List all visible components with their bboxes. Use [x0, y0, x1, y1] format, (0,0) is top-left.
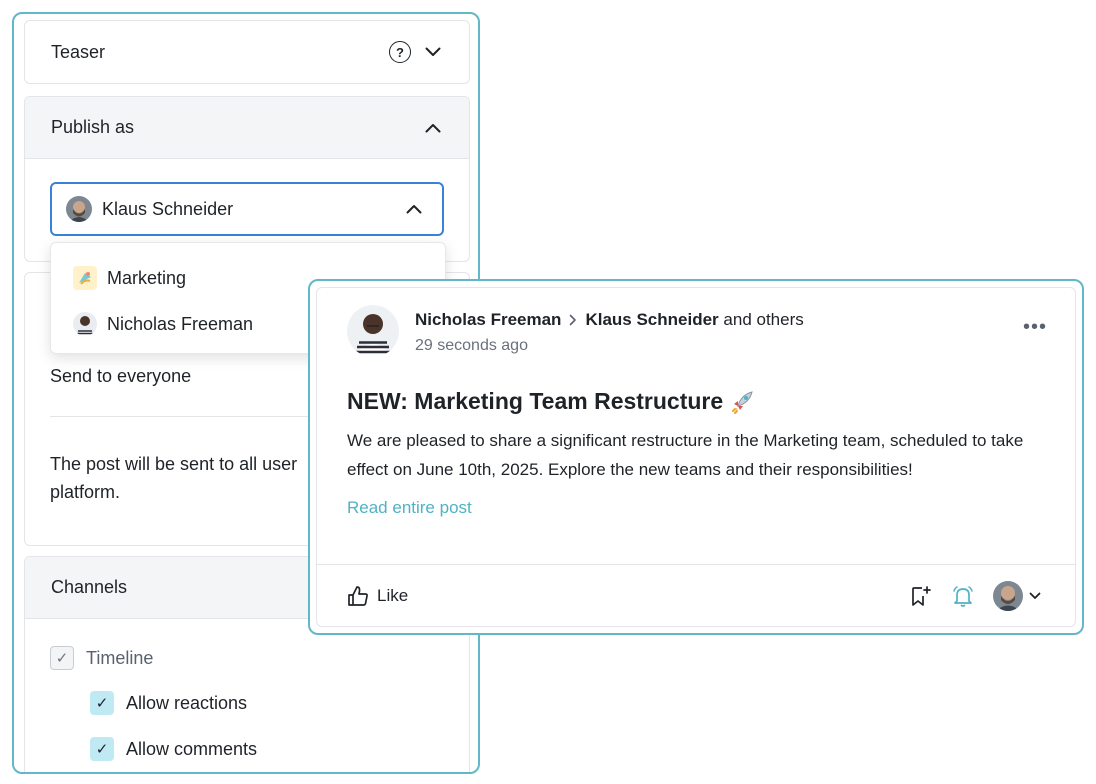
author-avatar[interactable] [347, 305, 399, 357]
publish-as-title: Publish as [51, 117, 135, 137]
post-title: NEW: Marketing Team Restructure [347, 388, 755, 415]
target-others[interactable]: and others [723, 310, 803, 329]
thumbs-up-icon [347, 585, 369, 607]
bell-icon[interactable] [951, 584, 975, 608]
like-label: Like [377, 586, 409, 605]
chevron-up-icon[interactable] [406, 204, 422, 214]
timeline-checkbox-row[interactable]: ✓ Timeline [50, 646, 153, 670]
timeline-label: Timeline [86, 647, 154, 668]
target-name[interactable]: Klaus Schneider [585, 310, 718, 329]
chevron-down-icon [1029, 592, 1041, 600]
publish-as-select[interactable]: Klaus Schneider [50, 182, 444, 236]
post-footer: Like [317, 564, 1075, 626]
post-timestamp: 29 seconds ago [415, 337, 528, 354]
like-button[interactable]: Like [347, 585, 408, 607]
publish-as-section: Publish as [24, 96, 470, 262]
dropdown-option-label: Nicholas Freeman [107, 313, 254, 334]
avatar [73, 312, 97, 336]
allow-comments-row[interactable]: ✓ Allow comments [90, 737, 257, 761]
allow-reactions-checkbox[interactable]: ✓ [90, 691, 114, 715]
teaser-title: Teaser [51, 41, 106, 62]
post-body: We are pleased to share a significant re… [347, 431, 1024, 479]
chevron-right-icon [569, 314, 577, 326]
avatar [993, 581, 1023, 611]
more-options-icon[interactable]: ••• [1023, 316, 1047, 339]
timeline-checkbox[interactable]: ✓ [50, 646, 74, 670]
bookmark-add-icon[interactable] [909, 584, 933, 608]
post-card: Nicholas Freeman Klaus Schneider and oth… [316, 287, 1076, 627]
allow-reactions-label: Allow reactions [126, 692, 248, 713]
author-name[interactable]: Nicholas Freeman [415, 310, 561, 330]
dropdown-option-label: Marketing [107, 267, 187, 288]
read-entire-post-link[interactable]: Read entire post [347, 498, 472, 518]
rocket-icon [729, 389, 755, 415]
chevron-down-icon[interactable] [425, 47, 441, 57]
post-as-user-switcher[interactable] [993, 581, 1041, 611]
teaser-section: Teaser ? [24, 20, 470, 84]
post-preview-card: Nicholas Freeman Klaus Schneider and oth… [308, 279, 1084, 635]
teaser-header[interactable]: Teaser ? [25, 21, 469, 83]
help-icon[interactable]: ? [389, 41, 411, 63]
audience-value: Send to everyone [50, 366, 192, 386]
channels-title: Channels [51, 577, 128, 597]
allow-comments-label: Allow comments [126, 738, 258, 759]
avatar [66, 196, 92, 222]
marketing-icon [73, 266, 97, 290]
publish-as-header[interactable]: Publish as [25, 97, 469, 159]
post-meta: Nicholas Freeman Klaus Schneider and oth… [415, 310, 804, 330]
allow-reactions-row[interactable]: ✓ Allow reactions [90, 691, 247, 715]
selected-publisher: Klaus Schneider [102, 198, 234, 219]
allow-comments-checkbox[interactable]: ✓ [90, 737, 114, 761]
chevron-up-icon[interactable] [425, 123, 441, 133]
